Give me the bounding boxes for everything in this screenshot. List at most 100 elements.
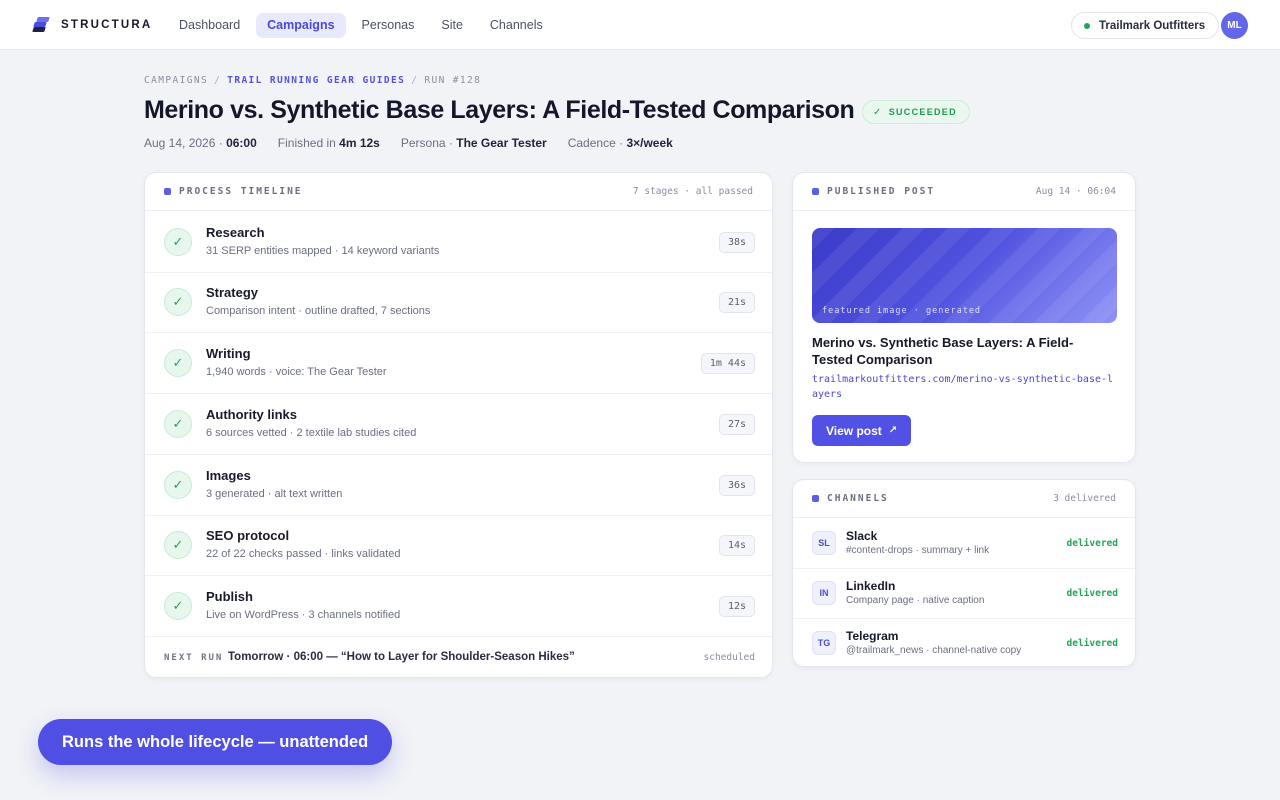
status-badge: ✓ SUCCEEDED: [862, 100, 970, 124]
channel-name: LinkedIn: [846, 579, 896, 593]
user-avatar[interactable]: ML: [1221, 12, 1248, 39]
online-status-dot: [1084, 22, 1090, 29]
stage-desc: 1,940 words · voice: The Gear Tester: [206, 366, 387, 378]
run-meta: Aug 14, 2026 · 06:00 Finished in 4m 12s …: [144, 136, 694, 150]
channel-name: Slack: [846, 529, 878, 543]
stage-images[interactable]: ✓ Images 3 generated · alt text written …: [145, 455, 772, 516]
stage-duration: 27s: [718, 414, 755, 435]
timeline-title: PROCESS TIMELINE: [164, 186, 303, 197]
app-name: STRUCTURA: [61, 18, 153, 31]
check-icon: ✓: [164, 288, 192, 316]
page-title: Merino vs. Synthetic Base Layers: A Fiel…: [144, 96, 855, 124]
check-icon: ✓: [873, 106, 883, 118]
main-nav: Dashboard Campaigns Personas Site Channe…: [168, 13, 559, 38]
channels-card: CHANNELS 3 delivered SL Slack #content-d…: [792, 479, 1136, 667]
stage-name: Writing: [206, 346, 251, 361]
next-run-value: Tomorrow · 06:00 — “How to Layer for Sho…: [228, 651, 575, 663]
run-cadence: Cadence · 3×/week: [567, 136, 673, 150]
post-timestamp: Aug 14 · 06:04: [1035, 186, 1116, 197]
featured-image-caption: featured image · generated: [822, 306, 982, 316]
next-run-label: NEXT RUN: [164, 653, 224, 663]
post-url-link[interactable]: trailmarkoutfitters.com/merino-vs-synthe…: [812, 373, 1117, 402]
stage-publish[interactable]: ✓ Publish Live on WordPress · 3 channels…: [145, 576, 772, 637]
stage-desc: 31 SERP entities mapped · 14 keyword var…: [206, 245, 440, 257]
stage-name: SEO protocol: [206, 528, 290, 543]
featured-image: featured image · generated: [812, 228, 1117, 323]
check-icon: ✓: [164, 228, 192, 256]
lifecycle-cta-button[interactable]: Runs the whole lifecycle — unattended: [38, 719, 393, 765]
org-switcher[interactable]: Trailmark Outfitters: [1071, 12, 1220, 39]
process-timeline-card: PROCESS TIMELINE 7 stages · all passed ✓…: [144, 172, 773, 678]
stage-strategy[interactable]: ✓ Strategy Comparison intent · outline d…: [145, 272, 772, 333]
slack-icon: SL: [812, 531, 836, 555]
nav-item-personas[interactable]: Personas: [351, 13, 426, 38]
timeline-summary: 7 stages · all passed: [632, 186, 753, 197]
check-icon: ✓: [164, 531, 192, 559]
stage-name: Research: [206, 225, 265, 240]
stage-seo-protocol[interactable]: ✓ SEO protocol 22 of 22 checks passed · …: [145, 515, 772, 576]
stage-authority-links[interactable]: ✓ Authority links 6 sources vetted · 2 t…: [145, 394, 772, 455]
section-marker-icon: [164, 188, 171, 195]
run-duration: Finished in 4m 12s: [277, 136, 380, 150]
channel-desc: @trailmark_news · channel-native copy: [846, 645, 1022, 656]
stage-desc: Comparison intent · outline drafted, 7 s…: [206, 305, 431, 317]
view-post-label: View post: [826, 423, 882, 438]
top-nav-bar: STRUCTURA Dashboard Campaigns Personas S…: [0, 0, 1280, 50]
run-persona: Persona · The Gear Tester: [400, 136, 547, 150]
next-run-status: scheduled: [703, 652, 755, 663]
breadcrumb-run: RUN #128: [424, 75, 482, 86]
run-date: Aug 14, 2026 · 06:00: [144, 136, 257, 150]
check-icon: ✓: [164, 471, 192, 499]
section-marker-icon: [812, 495, 819, 502]
app-logo[interactable]: STRUCTURA: [32, 17, 153, 32]
breadcrumb-campaigns[interactable]: CAMPAIGNS: [144, 75, 208, 86]
post-header: PUBLISHED POST Aug 14 · 06:04: [793, 173, 1135, 211]
timeline-header: PROCESS TIMELINE 7 stages · all passed: [145, 173, 772, 211]
linkedin-icon: IN: [812, 581, 836, 605]
check-icon: ✓: [164, 592, 192, 620]
channel-desc: Company page · native caption: [846, 595, 985, 606]
check-icon: ✓: [164, 349, 192, 377]
channels-header: CHANNELS 3 delivered: [793, 480, 1135, 518]
stage-duration: 21s: [718, 292, 755, 313]
nav-item-site[interactable]: Site: [430, 13, 474, 38]
channel-desc: #content-drops · summary + link: [846, 545, 990, 556]
stage-duration: 36s: [718, 475, 755, 496]
external-link-icon: ↗: [888, 425, 898, 436]
channel-slack[interactable]: SL Slack #content-drops · summary + link…: [793, 519, 1135, 569]
channel-linkedin[interactable]: IN LinkedIn Company page · native captio…: [793, 569, 1135, 619]
org-name: Trailmark Outfitters: [1099, 19, 1206, 32]
channel-telegram[interactable]: TG Telegram @trailmark_news · channel-na…: [793, 619, 1135, 666]
post-section-title: PUBLISHED POST: [812, 186, 935, 197]
stage-desc: 22 of 22 checks passed · links validated: [206, 548, 401, 560]
stage-name: Strategy: [206, 285, 259, 300]
check-icon: ✓: [164, 410, 192, 438]
stage-research[interactable]: ✓ Research 31 SERP entities mapped · 14 …: [145, 212, 772, 273]
breadcrumb: CAMPAIGNS / TRAIL RUNNING GEAR GUIDES / RUN …: [144, 75, 482, 86]
nav-item-channels[interactable]: Channels: [479, 13, 554, 38]
channel-name: Telegram: [846, 629, 899, 643]
section-marker-icon: [812, 188, 819, 195]
stage-name: Authority links: [206, 407, 298, 422]
logo-icon: [32, 17, 50, 32]
stage-desc: 6 sources vetted · 2 textile lab studies…: [206, 427, 417, 439]
published-post-card: PUBLISHED POST Aug 14 · 06:04 featured i…: [792, 172, 1136, 463]
view-post-button[interactable]: View post ↗: [812, 415, 912, 446]
stage-name: Images: [206, 468, 251, 483]
status-label: SUCCEEDED: [888, 107, 957, 117]
channels-title: CHANNELS: [812, 493, 889, 504]
stage-duration: 14s: [718, 535, 755, 556]
post-title: Merino vs. Synthetic Base Layers: A Fiel…: [812, 335, 1074, 367]
nav-item-dashboard[interactable]: Dashboard: [168, 13, 251, 38]
nav-item-campaigns[interactable]: Campaigns: [256, 13, 346, 38]
stage-writing[interactable]: ✓ Writing 1,940 words · voice: The Gear …: [145, 333, 772, 394]
telegram-icon: TG: [812, 631, 836, 655]
channel-status: delivered: [1066, 538, 1118, 549]
stage-duration: 1m 44s: [700, 353, 755, 374]
stage-desc: Live on WordPress · 3 channels notified: [206, 609, 401, 621]
channel-status: delivered: [1066, 638, 1118, 649]
stage-name: Publish: [206, 589, 253, 604]
stage-duration: 38s: [718, 232, 755, 253]
breadcrumb-campaign[interactable]: TRAIL RUNNING GEAR GUIDES: [227, 75, 405, 86]
next-run-row[interactable]: NEXT RUN Tomorrow · 06:00 — “How to Laye…: [145, 637, 772, 677]
